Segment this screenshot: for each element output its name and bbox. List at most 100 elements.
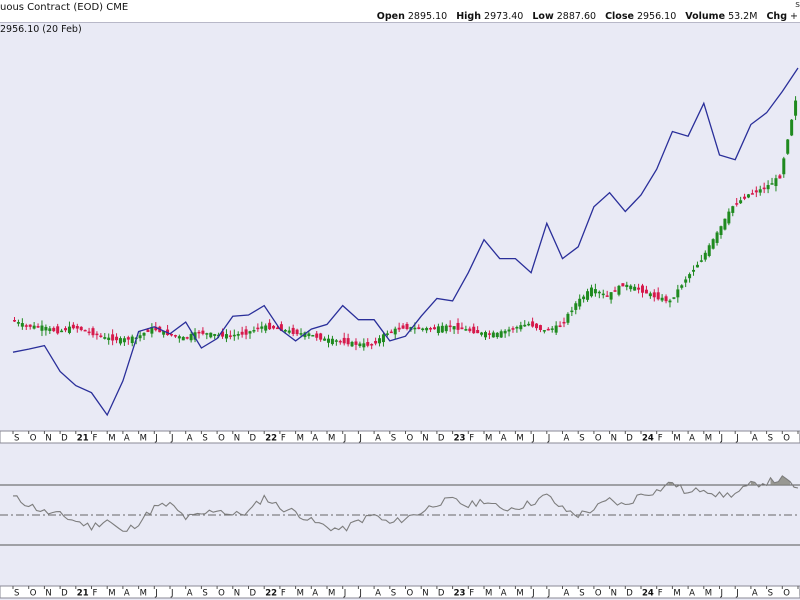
candle-body <box>197 331 201 334</box>
candle-body <box>570 310 574 313</box>
tick-label-D: D <box>626 589 633 599</box>
candle-body <box>578 298 582 307</box>
tick-label-A: A <box>124 589 130 599</box>
candle-body <box>75 325 79 329</box>
candle-body <box>228 335 232 337</box>
candle-body <box>138 335 142 339</box>
tick-label-21: 21 <box>77 589 89 599</box>
candle-body <box>48 328 52 331</box>
candle-body <box>213 334 217 336</box>
tick-label-O: O <box>407 589 414 599</box>
tick-label-S: S <box>202 589 207 599</box>
candle-body <box>40 325 44 331</box>
tick-label-M: M <box>108 434 115 444</box>
candle-body <box>527 323 531 326</box>
rsi-panel <box>0 475 800 546</box>
candle-body <box>684 279 688 283</box>
tick-label-J: J <box>358 589 362 599</box>
tick-label-J: J <box>343 589 347 599</box>
tick-label-S: S <box>14 434 19 444</box>
candle-body <box>126 337 130 340</box>
tick-label-J: J <box>547 589 551 599</box>
candle-body <box>342 337 346 344</box>
candle-body <box>452 326 456 330</box>
candle-body <box>778 175 782 179</box>
candle-body <box>334 340 338 342</box>
candle-body <box>405 323 409 330</box>
candle-body <box>770 183 774 185</box>
tick-label-S: S <box>579 589 584 599</box>
candle-body <box>240 331 244 335</box>
candle-body <box>287 330 291 333</box>
candle-body <box>688 274 692 279</box>
candle-body <box>699 260 703 262</box>
candle-body <box>503 330 507 334</box>
candle-body <box>260 326 264 329</box>
tick-label-F: F <box>281 434 286 444</box>
candle-body <box>692 269 696 272</box>
tick-label-D: D <box>438 589 445 599</box>
tick-label-S: S <box>579 434 584 444</box>
rsi-line <box>12 475 799 532</box>
candle-body <box>381 334 385 343</box>
tick-label-M: M <box>485 589 492 599</box>
tick-label-J: J <box>547 434 551 444</box>
tick-label-J: J <box>735 434 739 444</box>
candle-body <box>272 325 276 329</box>
candle-body <box>786 139 790 154</box>
tick-label-A: A <box>124 434 130 444</box>
tick-label-M: M <box>328 589 335 599</box>
tick-label-M: M <box>297 589 304 599</box>
candle-body <box>648 293 652 297</box>
candle-body <box>723 218 727 230</box>
candle-body <box>429 328 433 330</box>
candle-body <box>432 327 436 330</box>
tick-label-N: N <box>45 589 51 599</box>
candle-body <box>67 326 71 333</box>
tick-label-A: A <box>752 589 758 599</box>
candle-body <box>354 341 358 345</box>
candle-body <box>413 327 417 330</box>
candle-body <box>236 334 240 336</box>
candle-body <box>111 334 115 341</box>
tick-label-M: M <box>328 434 335 444</box>
candle-body <box>13 320 16 322</box>
candle-body <box>790 119 794 136</box>
candle-body <box>64 328 68 331</box>
tick-label-O: O <box>783 434 790 444</box>
candle-body <box>499 331 503 338</box>
candle-body <box>680 285 684 288</box>
tick-label-N: N <box>422 434 428 444</box>
tick-label-S: S <box>768 434 773 444</box>
tick-label-J: J <box>720 589 724 599</box>
candle-body <box>782 158 786 175</box>
candle-body <box>444 325 448 332</box>
candle-body <box>264 325 268 331</box>
tick-label-F: F <box>469 589 474 599</box>
tick-label-S: S <box>14 589 19 599</box>
tick-label-N: N <box>611 434 617 444</box>
candle-body <box>327 338 330 343</box>
tick-label-M: M <box>705 589 712 599</box>
tick-label-D: D <box>61 589 68 599</box>
candle-body <box>346 338 350 345</box>
tick-label-22: 22 <box>265 434 277 444</box>
candle-body <box>641 285 644 293</box>
candle-body <box>476 330 480 334</box>
candle-body <box>103 337 107 339</box>
candle-body <box>660 297 664 301</box>
candle-body <box>436 326 440 333</box>
candle-body <box>766 185 770 190</box>
candle-body <box>515 326 519 329</box>
candle-body <box>362 343 366 348</box>
tick-label-S: S <box>202 434 207 444</box>
candle-body <box>629 285 633 290</box>
tick-label-M: M <box>140 589 147 599</box>
candle-body <box>91 328 95 336</box>
candle-body <box>201 330 205 334</box>
candle-body <box>385 333 389 335</box>
tick-label-D: D <box>250 434 257 444</box>
candle-body <box>115 336 119 341</box>
candle-body <box>715 232 719 243</box>
tick-label-A: A <box>187 434 193 444</box>
